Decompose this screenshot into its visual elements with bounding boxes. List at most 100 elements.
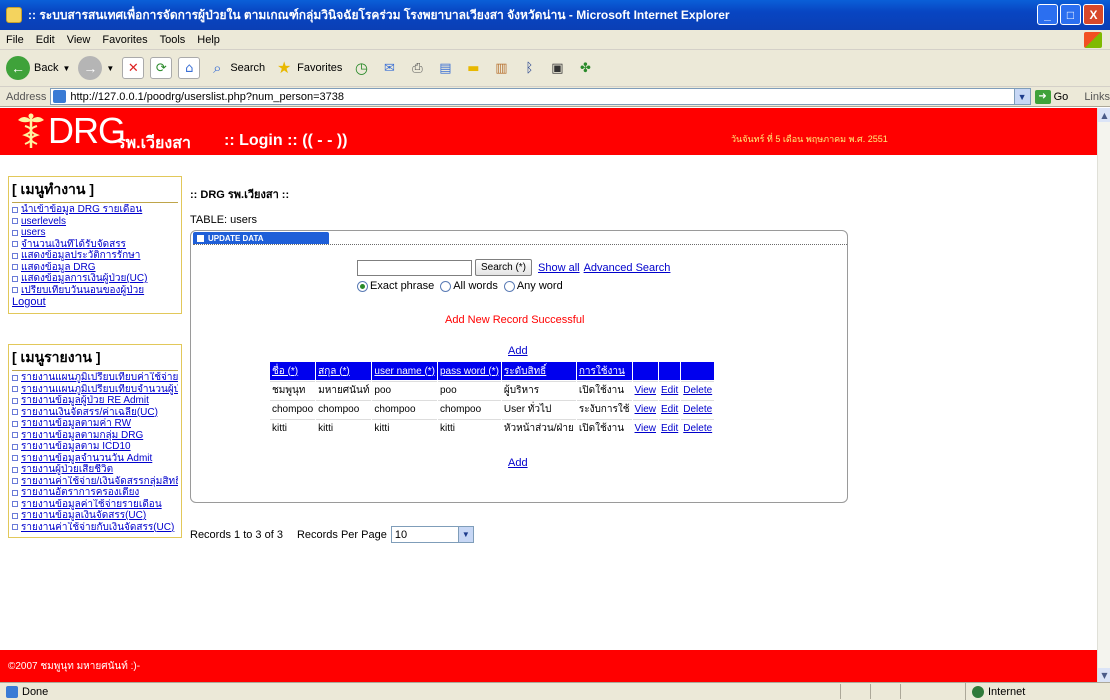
menu-help[interactable]: Help bbox=[197, 34, 220, 46]
vertical-scrollbar[interactable]: ▲ ▼ bbox=[1097, 108, 1110, 682]
search-submit-button[interactable]: Search (*) bbox=[475, 259, 533, 276]
status-text: Done bbox=[22, 685, 49, 698]
refresh-icon[interactable]: ⟳ bbox=[150, 57, 173, 79]
bullet-icon bbox=[12, 275, 18, 282]
messenger-icon[interactable]: ▣ bbox=[546, 57, 568, 79]
report-menu-item[interactable]: รายงานค่าใช้จ่าย/เงินจัดสรรกลุ่มสิทธิ bbox=[12, 476, 178, 488]
view-link[interactable]: View bbox=[632, 419, 659, 437]
add-record-link-bottom[interactable]: Add bbox=[508, 457, 528, 469]
forward-button[interactable]: → ▼ bbox=[78, 56, 114, 80]
edit-page-icon[interactable]: ▤ bbox=[434, 57, 456, 79]
records-per-page-select[interactable]: 10 ▼ bbox=[390, 526, 474, 543]
search-button[interactable]: ⌕ Search bbox=[206, 57, 265, 79]
add-record-link-top[interactable]: Add bbox=[508, 345, 528, 357]
report-menu-item[interactable]: รายงานเงินจัดสรร/ค่าเฉลี่ย(UC) bbox=[12, 407, 178, 419]
cell-lastname: kitti bbox=[316, 419, 372, 437]
report-menu-item[interactable]: รายงานข้อมูลเงินจัดสรร(UC) bbox=[12, 510, 178, 522]
menu-edit[interactable]: Edit bbox=[36, 34, 55, 46]
go-label: Go bbox=[1053, 90, 1069, 103]
radio-label: Exact phrase bbox=[370, 280, 435, 292]
research-icon[interactable]: ▥ bbox=[490, 57, 512, 79]
update-data-tab[interactable]: UPDATE DATA bbox=[193, 232, 329, 244]
report-menu: [ เมนูรายงาน ] รายงานแผนภูมิเปรียบเทียบค… bbox=[8, 344, 182, 538]
work-menu-item[interactable]: users bbox=[12, 227, 178, 239]
report-menu-item[interactable]: รายงานข้อมูลตามกลุ่ม DRG bbox=[12, 430, 178, 442]
back-arrow-icon: ← bbox=[6, 56, 30, 80]
report-menu-item[interactable]: รายงานแผนภูมิเปรียบเทียบจำนวนผู้ป่วย bbox=[12, 384, 178, 396]
site-banner: DRG รพ.เวียงสา :: Login :: (( - - )) วัน… bbox=[0, 108, 1097, 155]
col-header-status[interactable]: การใช้งาน bbox=[576, 362, 632, 380]
menu-favorites[interactable]: Favorites bbox=[102, 34, 147, 46]
report-menu-item-label: รายงานข้อมูลค่าใช้จ่ายรายเดือน bbox=[21, 498, 162, 510]
report-menu-item[interactable]: รายงานข้อมูลผู้ป่วย RE Admit bbox=[12, 395, 178, 407]
window-title: :: ระบบสารสนเทศเพื่อการจัดการผู้ป่วยใน ต… bbox=[28, 7, 730, 22]
stop-icon[interactable]: ✕ bbox=[122, 57, 145, 79]
favorites-button[interactable]: ★ Favorites bbox=[273, 57, 342, 79]
report-menu-item[interactable]: รายงานข้อมูลตามค่า RW bbox=[12, 418, 178, 430]
radio-any-word[interactable] bbox=[503, 280, 515, 292]
radio-all-words[interactable] bbox=[440, 280, 452, 292]
report-menu-item[interactable]: รายงานผู้ป่วยเสียชีวิต bbox=[12, 464, 178, 476]
back-dropdown-icon[interactable]: ▼ bbox=[62, 64, 70, 73]
work-menu-item[interactable]: แสดงข้อมูล DRG bbox=[12, 262, 178, 274]
search-input[interactable] bbox=[357, 259, 472, 276]
links-label[interactable]: Links bbox=[1084, 91, 1110, 103]
work-menu-item[interactable]: นำเข้าข้อมูล DRG รายเดือน bbox=[12, 204, 178, 216]
home-icon[interactable]: ⌂ bbox=[178, 57, 201, 79]
go-button[interactable]: ➜ Go bbox=[1034, 89, 1069, 104]
report-menu-item-label: รายงานอัตราการครองเตียง bbox=[21, 487, 140, 498]
view-link[interactable]: View bbox=[632, 381, 659, 399]
search-icon: ⌕ bbox=[213, 59, 222, 77]
menu-file[interactable]: File bbox=[6, 34, 24, 46]
address-input[interactable]: http://127.0.0.1/poodrg/userslist.php?nu… bbox=[50, 88, 1031, 105]
col-header-level[interactable]: ระดับสิทธิ์ bbox=[501, 362, 576, 380]
view-link[interactable]: View bbox=[632, 400, 659, 418]
report-menu-item[interactable]: รายงานค่าใช้จ่ายกับเงินจัดสรร(UC) bbox=[12, 522, 178, 534]
edit-link[interactable]: Edit bbox=[659, 400, 681, 418]
radio-exact-phrase[interactable] bbox=[357, 280, 368, 292]
col-header-password[interactable]: pass word (*) bbox=[438, 362, 501, 380]
forward-dropdown-icon[interactable]: ▼ bbox=[106, 64, 114, 73]
work-menu-item[interactable]: userlevels bbox=[12, 216, 178, 228]
col-header-firstname[interactable]: ชื่อ (*) bbox=[270, 362, 316, 380]
edit-link[interactable]: Edit bbox=[659, 419, 681, 437]
maximize-button[interactable]: □ bbox=[1060, 4, 1081, 25]
delete-link[interactable]: Delete bbox=[681, 381, 715, 399]
edit-link[interactable]: Edit bbox=[659, 381, 681, 399]
bluetooth-icon[interactable]: ᛒ bbox=[518, 57, 540, 79]
col-header-username[interactable]: user name (*) bbox=[372, 362, 437, 380]
report-menu-item[interactable]: รายงานข้อมูลจำนวนวัน Admit bbox=[12, 453, 178, 465]
print-icon[interactable]: ⎙ bbox=[406, 57, 428, 79]
work-menu-item[interactable]: แสดงข้อมูลประวัติการรักษา bbox=[12, 250, 178, 262]
search-label: Search bbox=[230, 62, 266, 74]
scroll-down-icon[interactable]: ▼ bbox=[1098, 668, 1110, 682]
mail-icon[interactable]: ✉ bbox=[378, 57, 400, 79]
back-button[interactable]: ← Back ▼ bbox=[6, 56, 70, 80]
history-icon[interactable]: ◷ bbox=[350, 57, 372, 79]
scroll-up-icon[interactable]: ▲ bbox=[1098, 108, 1110, 122]
work-menu-item[interactable]: เปรียบเทียบวันนอนของผู้ป่วย bbox=[12, 285, 178, 297]
report-menu-item[interactable]: รายงานข้อมูลตาม ICD10 bbox=[12, 441, 178, 453]
address-dropdown-icon[interactable]: ▼ bbox=[1013, 89, 1030, 104]
report-menu-item[interactable]: รายงานแผนภูมิเปรียบเทียบค่าใช้จ่าย bbox=[12, 372, 178, 384]
report-menu-item-label: รายงานข้อมูลจำนวนวัน Admit bbox=[21, 452, 153, 464]
folder-icon[interactable]: ▬ bbox=[462, 57, 484, 79]
advanced-search-link[interactable]: Advanced Search bbox=[584, 262, 671, 274]
show-all-link[interactable]: Show all bbox=[538, 262, 580, 274]
work-menu-item[interactable]: จำนวนเงินที่ได้รับจัดสรร bbox=[12, 239, 178, 251]
minimize-button[interactable]: _ bbox=[1037, 4, 1058, 25]
back-label: Back bbox=[34, 62, 59, 74]
report-menu-item[interactable]: รายงานอัตราการครองเตียง bbox=[12, 487, 178, 499]
report-menu-item[interactable]: รายงานข้อมูลค่าใช้จ่ายรายเดือน bbox=[12, 499, 178, 511]
menu-view[interactable]: View bbox=[67, 34, 91, 46]
menu-tools[interactable]: Tools bbox=[160, 34, 186, 46]
delete-link[interactable]: Delete bbox=[681, 400, 715, 418]
logout-link[interactable]: Logout bbox=[12, 296, 178, 309]
delete-link[interactable]: Delete bbox=[681, 419, 715, 437]
close-button[interactable]: X bbox=[1083, 4, 1104, 25]
msn-icon[interactable]: ✤ bbox=[574, 57, 596, 79]
cell-password: kitti bbox=[438, 419, 501, 437]
table-header-row: ชื่อ (*) สกุล (*) user name (*) pass wor… bbox=[270, 362, 715, 380]
work-menu-item[interactable]: แสดงข้อมูลการเงินผู้ป่วย(UC) bbox=[12, 273, 178, 285]
col-header-lastname[interactable]: สกุล (*) bbox=[316, 362, 372, 380]
